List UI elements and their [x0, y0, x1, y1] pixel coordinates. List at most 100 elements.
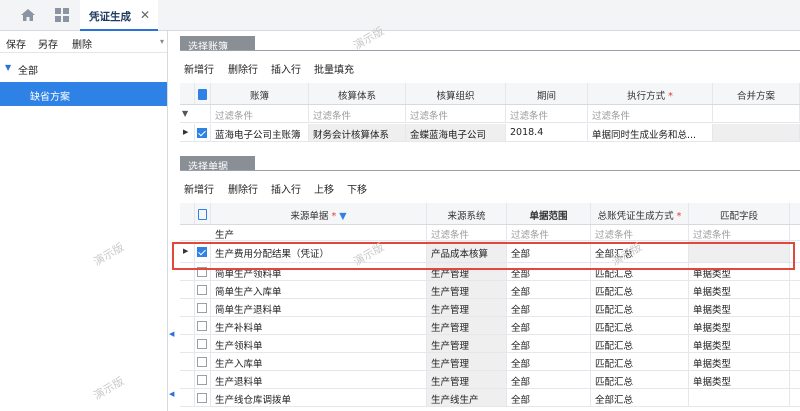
cell-document-range[interactable]: 全部 — [507, 317, 591, 334]
cell-source-document[interactable]: 简单生产领料单 — [211, 263, 427, 280]
home-icon[interactable] — [20, 7, 36, 23]
cell-period[interactable]: 2018.4 — [506, 124, 588, 141]
delete-row-button[interactable]: 删除行 — [228, 61, 258, 76]
move-down-button[interactable]: 下移 — [347, 181, 367, 196]
row-checkbox[interactable] — [197, 339, 207, 349]
col-match-field[interactable]: 匹配字段 — [689, 203, 790, 224]
table-row[interactable]: 生产退料单 生产管理 全部 匹配汇总 单据类型 — [180, 371, 800, 389]
insert-row-button[interactable]: 插入行 — [271, 181, 301, 196]
save-button[interactable]: 保存 — [6, 36, 26, 51]
select-all-checkbox[interactable] — [195, 83, 211, 104]
add-row-button[interactable]: 新增行 — [184, 61, 214, 76]
cell-source-document[interactable]: 生产入库单 — [211, 353, 427, 370]
cell-voucher-mode[interactable]: 匹配汇总 — [591, 335, 689, 352]
cell-voucher-mode[interactable]: 匹配汇总 — [591, 263, 689, 280]
table-row[interactable]: ▶ 生产费用分配结果（凭证） 产品成本核算 全部 全部汇总 — [180, 241, 800, 263]
filter-input[interactable]: 过滤条件 — [506, 105, 588, 122]
table-row[interactable]: 生产入库单 生产管理 全部 匹配汇总 单据类型 — [180, 353, 800, 371]
cell-match-field[interactable]: 单据类型 — [689, 317, 790, 334]
table-row[interactable]: 生产线仓库调拨单 生产线生产 全部 全部汇总 — [180, 389, 800, 407]
insert-row-button[interactable]: 插入行 — [271, 61, 301, 76]
row-checkbox[interactable] — [197, 128, 207, 138]
cell-match-field[interactable]: 单据类型 — [689, 299, 790, 316]
tree-node-all[interactable]: ▼ 全部 — [0, 60, 167, 78]
cell-match-field[interactable]: 单据类型 — [689, 263, 790, 280]
col-source-document[interactable]: 来源单据 * ▼ — [211, 203, 427, 224]
table-row[interactable]: ▶ 蓝海电子公司主账簿 财务会计核算体系 金蝶蓝海电子公司 2018.4 单据同… — [180, 124, 800, 142]
cell-voucher-mode[interactable]: 匹配汇总 — [591, 317, 689, 334]
cell-voucher-mode[interactable]: 全部汇总 — [591, 389, 689, 406]
row-checkbox[interactable] — [197, 247, 207, 257]
table-row[interactable]: 生产领料单 生产管理 全部 匹配汇总 单据类型 — [180, 335, 800, 353]
batch-fill-button[interactable]: 批量填充 — [314, 61, 354, 76]
cell-match-field[interactable]: 单据类型 — [689, 281, 790, 298]
row-checkbox[interactable] — [197, 285, 207, 295]
cell-execution-mode[interactable]: 单据同时生成业务和总... — [588, 124, 713, 141]
cell-source-document[interactable]: 生产线仓库调拨单 — [211, 389, 427, 406]
close-icon[interactable]: ✕ — [140, 8, 150, 22]
move-up-button[interactable]: 上移 — [314, 181, 334, 196]
select-all-checkbox[interactable] — [195, 203, 211, 224]
col-accounting-org[interactable]: 核算组织 — [406, 83, 506, 104]
filter-input[interactable]: 过滤条件 — [689, 225, 790, 240]
filter-input[interactable]: 过滤条件 — [427, 225, 507, 240]
add-row-button[interactable]: 新增行 — [184, 181, 214, 196]
cell-source-document[interactable]: 简单生产入库单 — [211, 281, 427, 298]
cell-source-document[interactable]: 生产补料单 — [211, 317, 427, 334]
row-checkbox[interactable] — [197, 267, 207, 277]
cell-voucher-mode[interactable]: 匹配汇总 — [591, 353, 689, 370]
cell-document-range[interactable]: 全部 — [507, 241, 591, 262]
col-accounting-system[interactable]: 核算体系 — [309, 83, 406, 104]
col-voucher-mode[interactable]: 总账凭证生成方式 * — [591, 203, 689, 224]
apps-grid-icon[interactable] — [55, 8, 69, 22]
cell-source-document[interactable]: 简单生产退料单 — [211, 299, 427, 316]
cell-document-range[interactable]: 全部 — [507, 389, 591, 406]
collapse-left-arrow-icon[interactable]: ◀ — [169, 390, 174, 398]
row-checkbox[interactable] — [197, 375, 207, 385]
tree-node-default-scheme[interactable]: 缺省方案 — [0, 82, 167, 106]
chevron-down-icon[interactable]: ▾ — [160, 37, 164, 46]
cell-source-document[interactable]: 生产退料单 — [211, 371, 427, 388]
cell-source-document[interactable]: 生产领料单 — [211, 335, 427, 352]
table-row[interactable]: 生产补料单 生产管理 全部 匹配汇总 单据类型 — [180, 317, 800, 335]
filter-input[interactable]: 过滤条件 — [507, 225, 591, 240]
cell-voucher-mode[interactable]: 匹配汇总 — [591, 371, 689, 388]
col-ledger[interactable]: 账簿 — [211, 83, 309, 104]
col-execution-mode[interactable]: 执行方式 * — [588, 83, 713, 104]
cell-ledger[interactable]: 蓝海电子公司主账簿 — [211, 124, 309, 141]
filter-input[interactable]: 过滤条件 — [588, 105, 713, 122]
cell-document-range[interactable]: 全部 — [507, 263, 591, 280]
cell-source-document[interactable]: 生产费用分配结果（凭证） — [211, 241, 427, 262]
cell-document-range[interactable]: 全部 — [507, 353, 591, 370]
cell-match-field[interactable]: 单据类型 — [689, 335, 790, 352]
save-as-button[interactable]: 另存 — [38, 36, 58, 51]
col-period[interactable]: 期间 — [506, 83, 588, 104]
row-checkbox[interactable] — [197, 321, 207, 331]
delete-button[interactable]: 删除 — [72, 36, 92, 51]
filter-input[interactable]: 过滤条件 — [591, 225, 689, 240]
filter-input[interactable]: 过滤条件 — [211, 105, 309, 122]
table-row[interactable]: 简单生产入库单 生产管理 全部 匹配汇总 单据类型 — [180, 281, 800, 299]
cell-match-field[interactable]: 单据类型 — [689, 371, 790, 388]
row-checkbox[interactable] — [197, 357, 207, 367]
filter-input[interactable]: 过滤条件 — [309, 105, 406, 122]
filter-funnel-icon[interactable]: ▼ — [339, 211, 346, 222]
panel-splitter[interactable] — [167, 31, 168, 411]
filter-input[interactable]: 过滤条件 — [406, 105, 506, 122]
cell-voucher-mode[interactable]: 匹配汇总 — [591, 281, 689, 298]
expand-triangle-icon[interactable]: ▼ — [5, 63, 11, 72]
cell-match-field[interactable]: 单据类型 — [689, 353, 790, 370]
col-merge-scheme[interactable]: 合并方案 — [713, 83, 800, 104]
tab-voucher-generation[interactable]: 凭证生成 ✕ — [80, 0, 158, 31]
delete-row-button[interactable]: 删除行 — [228, 181, 258, 196]
collapse-left-arrow-icon[interactable]: ◀ — [169, 330, 174, 338]
cell-voucher-mode[interactable]: 匹配汇总 — [591, 299, 689, 316]
col-source-system[interactable]: 来源系统 — [427, 203, 507, 224]
table-row[interactable]: 简单生产领料单 生产管理 全部 匹配汇总 单据类型 — [180, 263, 800, 281]
col-document-range[interactable]: 单据范围 — [507, 203, 591, 224]
cell-document-range[interactable]: 全部 — [507, 299, 591, 316]
cell-document-range[interactable]: 全部 — [507, 281, 591, 298]
table-row[interactable]: 简单生产退料单 生产管理 全部 匹配汇总 单据类型 — [180, 299, 800, 317]
row-checkbox[interactable] — [197, 303, 207, 313]
cell-match-field[interactable] — [689, 241, 790, 262]
